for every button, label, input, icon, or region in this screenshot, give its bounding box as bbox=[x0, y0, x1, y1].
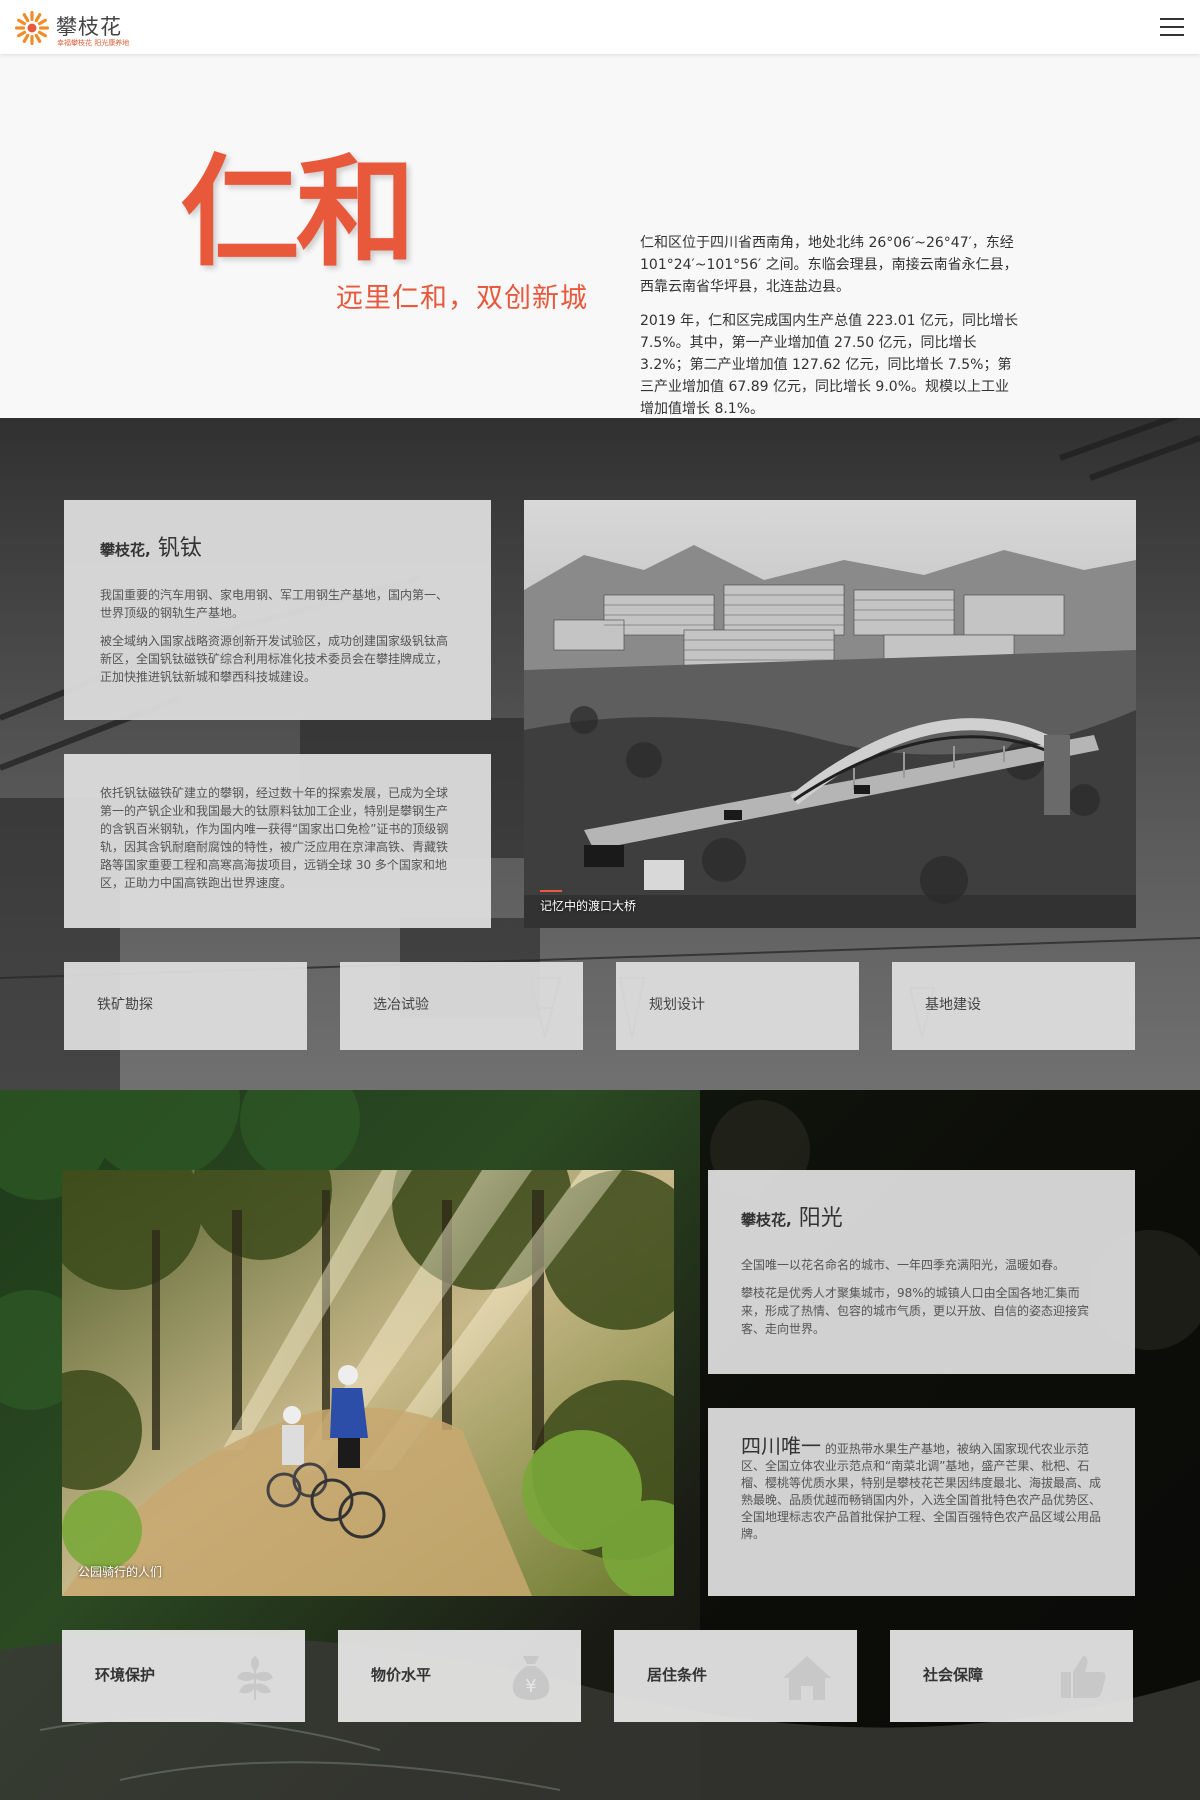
sunshine-card: 攀枝花, 阳光 全国唯一以花名命名的城市、一年四季充满阳光，温暖如春。 攀枝花是… bbox=[708, 1170, 1135, 1374]
card-paragraph: 攀枝花是优秀人才聚集城市，98%的城镇人口由全国各地汇集而来，形成了热情、包容的… bbox=[741, 1286, 1090, 1336]
money-bag-icon: ¥ bbox=[512, 1656, 550, 1700]
vanadium-titanium-card: 攀枝花, 钒钛 我国重要的汽车用钢、家电用钢、军工用钢生产基地，国内第一、世界顶… bbox=[64, 500, 491, 720]
card-title: 攀枝花, 阳光 bbox=[741, 1200, 1102, 1232]
card-paragraph: 被全域纳入国家战略资源创新开发试验区，成功创建国家级钒钛高新区，全国钒钛磁铁矿综… bbox=[100, 634, 449, 684]
tab-label: 居住条件 bbox=[647, 1666, 708, 1684]
intro-paragraph-location: 仁和区位于四川省西南角，地处北纬 26°06′~26°47′，东经 101°24… bbox=[640, 235, 1018, 295]
leaf-icon bbox=[237, 1656, 273, 1700]
tab-environment[interactable]: 环境保护 bbox=[62, 1630, 305, 1722]
page-title: 仁和 bbox=[180, 144, 416, 283]
tab-planning-design[interactable]: 规划设计 bbox=[616, 962, 859, 1050]
logo-name: 攀枝花 bbox=[56, 15, 122, 39]
photo-caption: 公园骑行的人们 bbox=[78, 1565, 163, 1579]
card-title: 攀枝花, 钒钛 bbox=[100, 530, 455, 562]
hamburger-menu-icon[interactable] bbox=[1160, 18, 1184, 36]
photo-caption: 记忆中的渡口大桥 bbox=[540, 899, 637, 913]
intro-text: 仁和区位于四川省西南角，地处北纬 26°06′~26°47′，东经 101°24… bbox=[640, 232, 1020, 418]
tab-smelting-test[interactable]: 选冶试验 bbox=[340, 962, 583, 1050]
card-title-main: 钒钛 bbox=[157, 536, 202, 561]
card-title-prefix: 攀枝花, bbox=[741, 1211, 792, 1229]
tab-label: 社会保障 bbox=[923, 1666, 984, 1684]
pangang-card: 依托钒钛磁铁矿建立的攀钢，经过数十年的探索发展，已成为全球第一的产钒企业和我国最… bbox=[64, 754, 491, 928]
intro-paragraph-economy: 2019 年，仁和区完成国内生产总值 223.01 亿元，同比增长 7.5%。其… bbox=[640, 313, 1018, 417]
site-header: 攀枝花 幸福攀枝花 阳光康养地 bbox=[0, 0, 1200, 54]
card-paragraph: 四川唯一 的亚热带水果生产基地，被纳入国家现代农业示范区、全国立体农业示范点和“… bbox=[741, 1436, 1102, 1543]
card-title-main: 阳光 bbox=[798, 1206, 843, 1231]
card-paragraph: 我国重要的汽车用钢、家电用钢、军工用钢生产基地，国内第一、世界顶级的钢轨生产基地… bbox=[100, 588, 449, 620]
bridge-photo-image bbox=[524, 500, 1136, 928]
page-subtitle: 远里仁和，双创新城 bbox=[336, 283, 588, 314]
tab-price-level[interactable]: 物价水平 ¥ bbox=[338, 1630, 581, 1722]
house-icon bbox=[783, 1656, 831, 1700]
park-cyclists-photo[interactable]: 公园骑行的人们 bbox=[62, 1170, 674, 1596]
tab-social-security[interactable]: 社会保障 bbox=[890, 1630, 1133, 1722]
cyclists-photo-image bbox=[62, 1170, 674, 1596]
card-paragraph: 依托钒钛磁铁矿建立的攀钢，经过数十年的探索发展，已成为全球第一的产钒企业和我国最… bbox=[100, 786, 449, 890]
sunshine-section: 公园骑行的人们 攀枝花, 阳光 全国唯一以花名命名的城市、一年四季充满阳光，温暖… bbox=[0, 1090, 1200, 1800]
tropical-fruit-card: 四川唯一 的亚热带水果生产基地，被纳入国家现代农业示范区、全国立体农业示范点和“… bbox=[708, 1408, 1135, 1596]
card-title-prefix: 攀枝花, bbox=[100, 541, 151, 559]
intro-section: 仁和 远里仁和，双创新城 仁和区位于四川省西南角，地处北纬 26°06′~26°… bbox=[0, 54, 1200, 418]
site-logo[interactable]: 攀枝花 幸福攀枝花 阳光康养地 bbox=[14, 8, 134, 47]
vanadium-titanium-section: 攀枝花, 钒钛 我国重要的汽车用钢、家电用钢、军工用钢生产基地，国内第一、世界顶… bbox=[0, 418, 1200, 1090]
logo-slogan: 幸福攀枝花 阳光康养地 bbox=[57, 39, 130, 47]
svg-text:¥: ¥ bbox=[525, 1676, 536, 1697]
tab-living-conditions[interactable]: 居住条件 bbox=[614, 1630, 857, 1722]
tab-label: 环境保护 bbox=[95, 1666, 156, 1684]
card-paragraph: 全国唯一以花名命名的城市、一年四季充满阳光，温暖如春。 bbox=[741, 1258, 1066, 1272]
thumbs-up-icon bbox=[1061, 1656, 1106, 1698]
dukou-bridge-photo[interactable]: 记忆中的渡口大桥 bbox=[524, 500, 1136, 928]
tab-base-construction[interactable]: 基地建设 bbox=[892, 962, 1135, 1050]
tab-label: 物价水平 bbox=[371, 1666, 432, 1684]
caption-accent-line bbox=[540, 890, 562, 892]
tab-iron-exploration[interactable]: 铁矿勘探 bbox=[64, 962, 307, 1050]
card-lead: 四川唯一 bbox=[741, 1434, 821, 1458]
flower-logo-icon bbox=[15, 11, 49, 45]
